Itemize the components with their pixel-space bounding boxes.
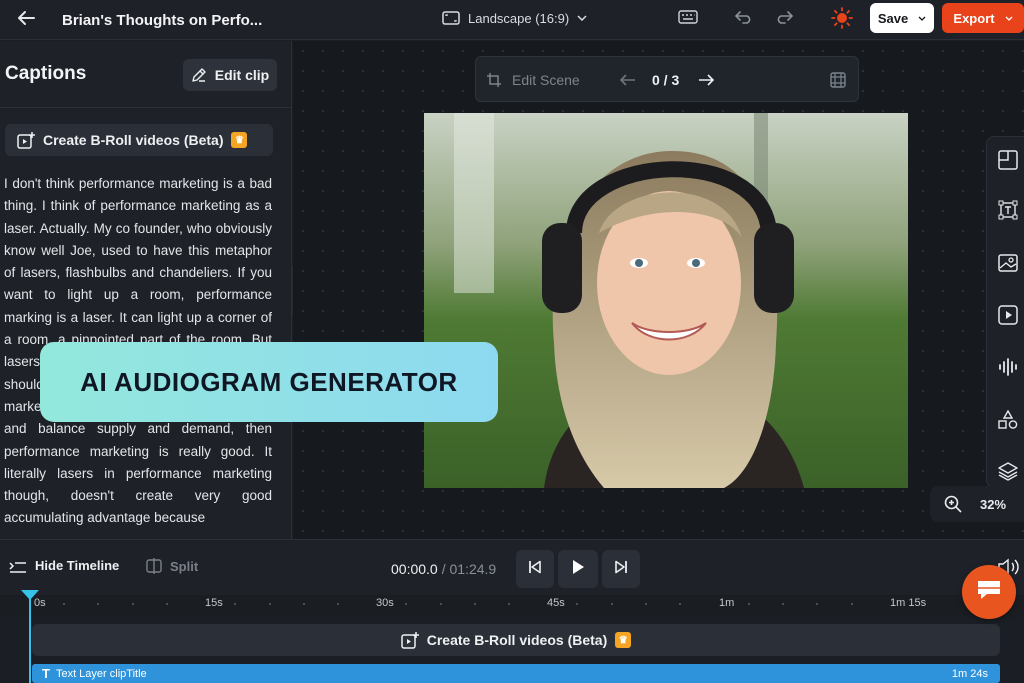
banner-text: AI AUDIOGRAM GENERATOR	[80, 366, 458, 397]
text-layer-icon: T	[42, 666, 50, 681]
scene-counter: 0 / 3	[652, 72, 680, 88]
skip-forward-icon	[614, 560, 628, 579]
time-display: 00:00.0 / 01:24.9	[391, 561, 496, 577]
next-scene-arrow-icon[interactable]	[698, 57, 714, 103]
captions-panel: Captions Edit clip Create B-Roll videos …	[0, 41, 292, 539]
layout-icon[interactable]	[997, 149, 1019, 171]
back-arrow-icon[interactable]	[14, 6, 38, 30]
crop-icon	[486, 72, 502, 88]
total-time: / 01:24.9	[441, 561, 497, 577]
export-button[interactable]: Export	[942, 3, 1024, 33]
split-label: Split	[170, 558, 199, 574]
add-video-icon	[17, 131, 35, 149]
video-preview[interactable]	[424, 113, 908, 488]
timeline-icon	[9, 559, 27, 573]
text-layer-duration: 1m 24s	[951, 667, 988, 680]
create-broll-button[interactable]: Create B-Roll videos (Beta) ♛	[5, 124, 273, 156]
hide-timeline-label: Hide Timeline	[35, 558, 120, 573]
project-title[interactable]: Brian's Thoughts on Perfo...	[62, 0, 262, 40]
timeline-ruler[interactable]: 0s 15s 30s 45s 1m 1m 15s	[0, 595, 1024, 617]
right-toolbar	[986, 136, 1024, 488]
chevron-down-icon	[577, 15, 587, 21]
broll-track-button[interactable]: Create B-Roll videos (Beta) ♛	[32, 624, 1000, 656]
export-label: Export	[953, 10, 995, 26]
hide-timeline-button[interactable]: Hide Timeline	[9, 558, 119, 573]
zoom-level: 32%	[980, 496, 1007, 512]
broll-track-label: Create B-Roll videos (Beta)	[426, 632, 608, 648]
add-video-icon	[401, 631, 419, 649]
zoom-in-icon[interactable]	[944, 495, 962, 513]
redo-icon[interactable]	[773, 6, 795, 28]
create-broll-label: Create B-Roll videos (Beta)	[43, 132, 224, 148]
divider	[0, 107, 292, 108]
keyboard-icon[interactable]	[677, 6, 699, 28]
undo-icon[interactable]	[733, 6, 755, 28]
aspect-ratio-selector[interactable]: Landscape (16:9)	[442, 0, 587, 36]
audio-waveform-icon[interactable]	[997, 356, 1019, 378]
panel-title: Captions	[5, 63, 87, 84]
chevron-down-icon	[1005, 16, 1013, 21]
ruler-dots	[63, 603, 853, 605]
save-button[interactable]: Save	[870, 3, 934, 33]
aspect-ratio-icon	[442, 11, 460, 25]
playhead[interactable]	[29, 596, 31, 683]
play-icon	[571, 559, 585, 580]
split-icon	[146, 558, 162, 574]
save-label: Save	[877, 10, 909, 26]
text-layer-clip[interactable]: T Text Layer clipTitle 1m 24s	[32, 664, 1000, 683]
split-button[interactable]: Split	[146, 558, 198, 574]
grid-view-icon[interactable]	[830, 57, 846, 103]
top-bar: Brian's Thoughts on Perfo... Landscape (…	[0, 0, 1024, 40]
skip-back-icon	[528, 560, 542, 579]
video-tool-icon[interactable]	[997, 304, 1019, 326]
skip-forward-button[interactable]	[602, 550, 640, 588]
edit-clip-label: Edit clip	[214, 67, 270, 83]
play-button[interactable]	[558, 550, 598, 588]
edit-scene-label: Edit Scene	[512, 72, 580, 88]
image-tool-icon[interactable]	[997, 252, 1019, 274]
crown-icon: ♛	[615, 632, 632, 648]
text-layer-label: Text Layer clipTitle	[55, 667, 147, 680]
chevron-down-icon	[918, 16, 926, 21]
shapes-icon[interactable]	[997, 409, 1019, 431]
edit-clip-button[interactable]: Edit clip	[183, 59, 277, 91]
edit-scene-button[interactable]: Edit Scene	[486, 57, 580, 103]
aspect-ratio-label: Landscape (16:9)	[468, 10, 570, 26]
zoom-control[interactable]: 32%	[930, 486, 1024, 522]
chat-icon	[975, 578, 1003, 607]
chat-support-button[interactable]	[962, 565, 1016, 619]
layers-icon[interactable]	[997, 460, 1019, 482]
pencil-icon	[191, 67, 207, 83]
prev-scene-arrow-icon[interactable]	[620, 57, 636, 103]
theme-sun-icon[interactable]	[830, 6, 854, 30]
timeline-controls: Hide Timeline Split 00:00.0 / 01:24.9	[0, 539, 1024, 595]
current-time: 00:00.0	[391, 561, 438, 577]
text-tool-icon[interactable]	[997, 199, 1019, 221]
promo-banner: AI AUDIOGRAM GENERATOR	[40, 342, 498, 422]
skip-back-button[interactable]	[516, 550, 554, 588]
scene-toolbar: Edit Scene 0 / 3	[475, 56, 859, 102]
crown-icon: ♛	[231, 132, 248, 148]
